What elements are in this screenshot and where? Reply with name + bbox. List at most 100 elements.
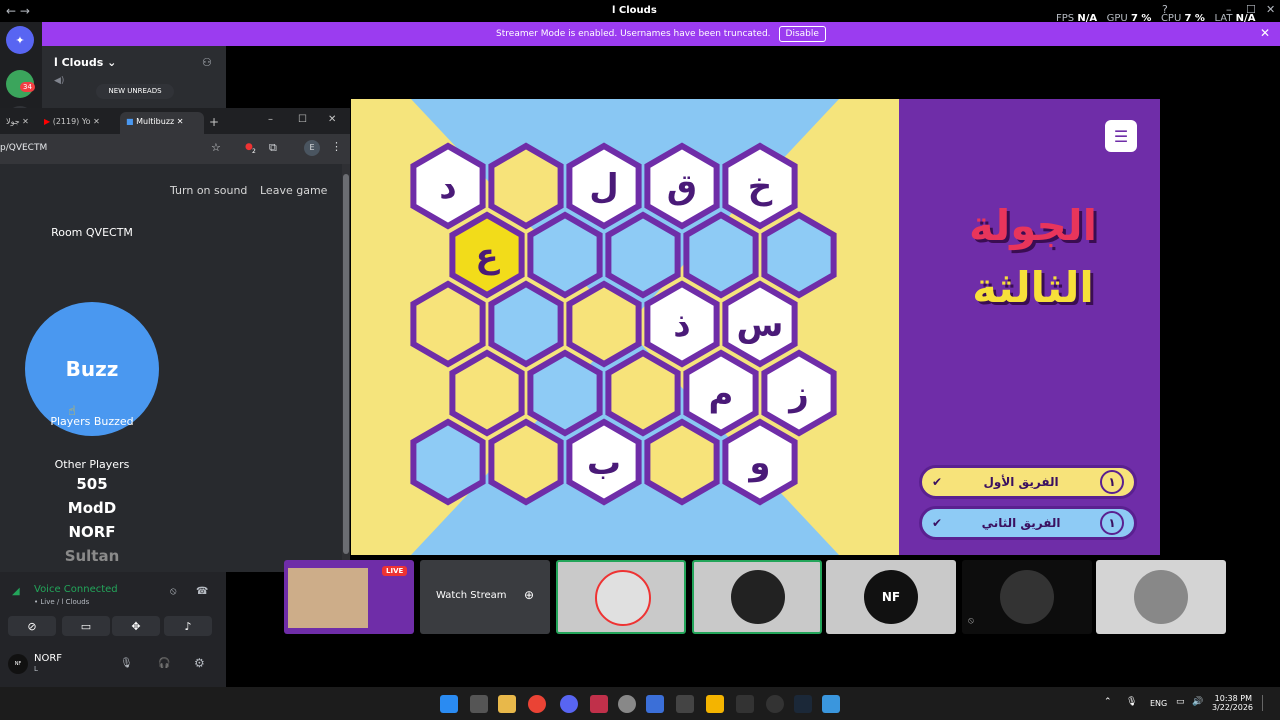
hex-letter: خ (748, 167, 773, 207)
username[interactable]: NORF (34, 653, 62, 664)
address-bar[interactable]: p/QVECTM ☆ ● 2 ⧉ E ⋮ (0, 134, 350, 164)
minimize-icon[interactable]: – (1226, 3, 1232, 16)
hamburger-menu-icon[interactable]: ☰ (1105, 120, 1137, 152)
players-buzzed-label: Players Buzzed (50, 415, 134, 428)
taskbar-app-icon[interactable] (590, 695, 608, 713)
stream-view[interactable]: د ل ق خ ع ذ سم ز ب و ☰ الجولة الثالثة ✔ الفريق ال… (351, 99, 1160, 555)
chrome-icon[interactable] (528, 695, 546, 713)
maximize-icon[interactable]: ☐ (298, 114, 307, 125)
tab-multibuzz[interactable]: ■ Multibuzz ✕ (120, 112, 204, 134)
participant-tile[interactable]: ⦸ (962, 560, 1092, 634)
close-icon[interactable]: ✕ (328, 114, 336, 125)
team-one-bar: ✔ الفريق الأول ١ (919, 465, 1137, 499)
hex-letter: د (439, 167, 456, 207)
help-icon[interactable]: ? (1162, 3, 1168, 16)
banner-text: Streamer Mode is enabled. Usernames have… (496, 29, 771, 39)
voice-panel: ◢ Voice Connected • Live / ا Clouds ⦸ ☎ … (0, 572, 226, 687)
avatar[interactable]: NF (8, 654, 28, 674)
scrollbar-thumb[interactable] (343, 174, 349, 554)
signal-icon[interactable]: ◢ (12, 586, 20, 597)
close-banner-icon[interactable]: ✕ (1260, 26, 1270, 40)
taskbar-app-icon[interactable] (736, 695, 754, 713)
disconnect-icon[interactable]: ☎ (196, 586, 208, 597)
menu-dots-icon[interactable]: ⋮ (331, 140, 342, 153)
player-name: ModD (67, 499, 117, 517)
live-stream-tile[interactable]: LIVE (284, 560, 414, 634)
taskbar-app-icon[interactable] (676, 695, 694, 713)
tab-1[interactable]: جولا ✕ (0, 112, 36, 134)
watch-stream-tile[interactable]: Watch Stream ⊕ (420, 560, 550, 634)
avatar (1000, 570, 1054, 624)
taskbar-app-icon[interactable] (766, 695, 784, 713)
minimize-icon[interactable]: – (268, 114, 273, 125)
tab-youtube[interactable]: ▶ (2119) Yo ✕ (38, 112, 118, 134)
team-one-name: الفريق الأول (983, 475, 1059, 489)
leave-game-link[interactable]: Leave game (260, 184, 327, 197)
user-status: L (34, 665, 38, 673)
noise-suppression-icon[interactable]: ⦸ (170, 586, 177, 597)
soundboard-button[interactable]: ♪ (164, 616, 212, 636)
hex-cell (410, 280, 486, 368)
stream-thumbnail (288, 568, 368, 628)
settings-gear-icon[interactable]: ⚙ (194, 656, 205, 670)
microphone-icon[interactable]: 🎙 (120, 658, 133, 669)
scrollbar[interactable] (342, 164, 350, 572)
server-name[interactable]: ا Clouds ⌄ (54, 56, 116, 69)
url-text[interactable]: p/QVECTM (0, 143, 47, 153)
language-indicator[interactable]: ENG (1150, 699, 1167, 708)
participant-tile[interactable]: NF (826, 560, 956, 634)
hex-letter: ل (589, 167, 619, 207)
turn-on-sound-link[interactable]: Turn on sound (170, 184, 247, 197)
new-tab-button[interactable]: + (206, 112, 222, 134)
star-icon[interactable]: ☆ (211, 141, 221, 154)
participant-tiles: LIVE Watch Stream ⊕ NF ⦸ (284, 560, 1228, 636)
hex-cell (761, 211, 837, 299)
muted-icon: ⦸ (968, 616, 974, 626)
add-friend-icon[interactable]: ⚇ (202, 56, 212, 69)
windows-start-icon[interactable] (440, 695, 458, 713)
network-icon[interactable]: ▭ (1176, 697, 1185, 707)
microphone-icon[interactable]: 🎙 (1126, 697, 1137, 707)
puzzle-icon[interactable]: ⧉ (269, 141, 277, 155)
avatar (595, 570, 651, 626)
disable-button[interactable]: Disable (778, 26, 826, 42)
taskbar-app-icon[interactable] (706, 695, 724, 713)
new-unreads-pill[interactable]: NEW UNREADS (96, 84, 174, 99)
taskbar-app-icon[interactable] (822, 695, 840, 713)
discord-home-icon[interactable]: ✦ (6, 26, 34, 54)
folder-icon[interactable] (498, 695, 516, 713)
watch-stream-label[interactable]: Watch Stream (436, 590, 507, 601)
activities-button[interactable]: ✥ (112, 616, 160, 636)
taskbar-app-icon[interactable] (646, 695, 664, 713)
streamer-mode-banner: Streamer Mode is enabled. Usernames have… (42, 22, 1280, 46)
tray-chevron-icon[interactable]: ⌃ (1104, 697, 1112, 707)
clock[interactable]: 10:38 PM 3/22/2026 (1212, 694, 1253, 712)
discord-icon[interactable] (560, 695, 578, 713)
hex-cell (644, 418, 720, 506)
voice-status[interactable]: Voice Connected (34, 584, 118, 595)
profile-avatar[interactable]: E (304, 140, 320, 156)
unread-badge: 34 (20, 82, 35, 92)
participant-tile[interactable] (556, 560, 686, 634)
windows-taskbar: ⌃ 🎙 ENG ▭ 🔊 10:38 PM 3/22/2026 (0, 687, 1280, 720)
back-forward-arrows[interactable]: ← → (6, 4, 30, 18)
hex-letter: ع (475, 236, 500, 276)
camera-off-button[interactable]: ⊘ (8, 616, 56, 636)
participant-tile[interactable] (1096, 560, 1226, 634)
player-name: 505 (76, 475, 108, 493)
hex-cell (449, 349, 525, 437)
team-one-score: ١ (1099, 470, 1124, 494)
participant-tile[interactable] (692, 560, 822, 634)
taskbar-app-icon[interactable] (618, 695, 636, 713)
screen-share-button[interactable]: ▭ (62, 616, 110, 636)
headphones-icon[interactable]: 🎧 (158, 658, 170, 669)
close-icon[interactable]: ✕ (1266, 3, 1275, 16)
taskbar-app-icon[interactable] (470, 695, 488, 713)
tab-strip: جولا ✕ ▶ (2119) Yo ✕ ■ Multibuzz ✕ + – ☐… (0, 108, 350, 134)
volume-icon[interactable]: 🔊 (1192, 697, 1203, 707)
show-desktop-button[interactable] (1262, 695, 1272, 711)
hex-board: د ل ق خ ع ذ سم ز ب و (351, 99, 899, 555)
multibuzz-page: Turn on sound Leave game Room QVECTM Buz… (0, 164, 342, 572)
maximize-icon[interactable]: ☐ (1246, 3, 1256, 16)
steam-icon[interactable] (794, 695, 812, 713)
